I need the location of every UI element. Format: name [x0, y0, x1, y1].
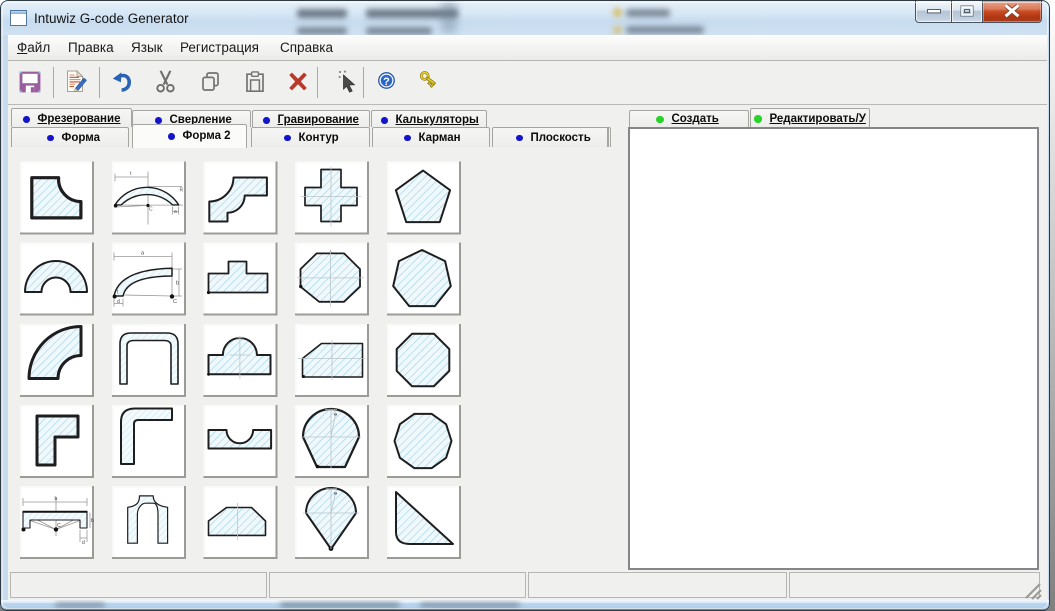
- svg-text:b: b: [176, 281, 179, 287]
- svg-text:C: C: [149, 207, 153, 213]
- svg-text:b: b: [91, 518, 94, 524]
- svg-text:d: d: [82, 540, 85, 546]
- svg-text:C: C: [173, 299, 177, 305]
- svg-text:C: C: [57, 523, 61, 529]
- svg-text:a: a: [174, 209, 177, 215]
- svg-text:b: b: [55, 496, 58, 502]
- svg-text:d: d: [117, 299, 120, 305]
- svg-text:R: R: [180, 188, 184, 194]
